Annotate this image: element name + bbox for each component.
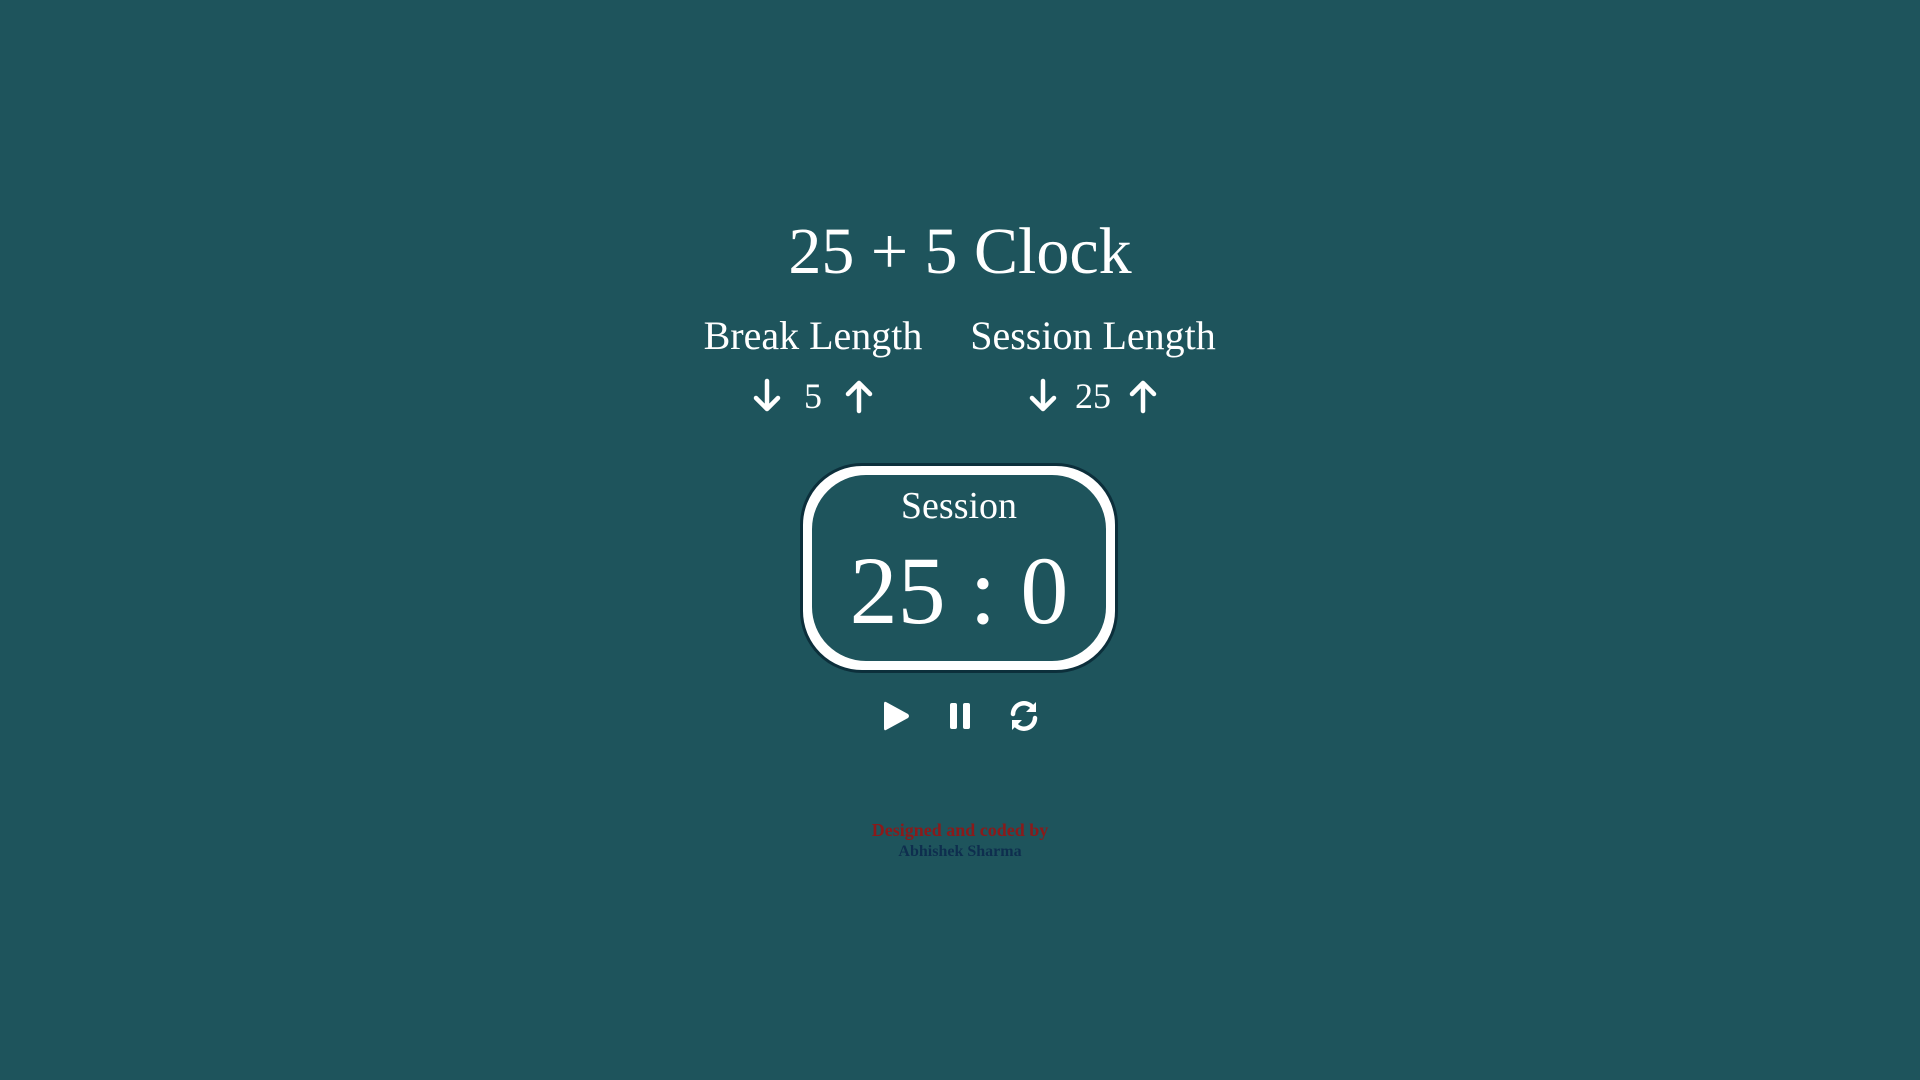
session-increment-button[interactable]	[1121, 374, 1165, 418]
credit-line-1: Designed and coded by	[871, 820, 1049, 840]
refresh-icon	[1010, 701, 1038, 731]
timer-label: Session	[900, 485, 1018, 527]
credit-footer: Designed and coded by Abhishek Sharma	[0, 820, 1920, 862]
break-length-label: Break Length	[703, 313, 923, 358]
arrow-up-icon	[845, 380, 873, 414]
break-decrement-button[interactable]	[745, 374, 789, 418]
session-length-value: 25	[1075, 376, 1111, 416]
arrow-up-icon	[1129, 380, 1157, 414]
pause-icon	[950, 703, 970, 729]
session-decrement-button[interactable]	[1021, 374, 1065, 418]
break-length-controls: 5	[703, 371, 923, 421]
page-title: 25 + 5 Clock	[788, 215, 1132, 288]
break-length-panel: Break Length 5	[703, 311, 923, 421]
timer-display: Session 25 : 0	[800, 463, 1118, 673]
time-left: 25 : 0	[849, 537, 1069, 644]
play-icon	[884, 701, 909, 731]
arrow-down-icon	[1029, 378, 1057, 412]
arrow-down-icon	[753, 378, 781, 412]
session-length-panel: Session Length 25	[968, 311, 1218, 421]
pause-button[interactable]	[938, 694, 982, 738]
pomodoro-app: 25 + 5 Clock Break Length 5 Session Leng…	[0, 0, 1920, 1080]
session-length-controls: 25	[968, 371, 1218, 421]
playback-controls	[0, 694, 1920, 738]
timer-inner: Session 25 : 0	[812, 475, 1106, 661]
session-length-label: Session Length	[970, 313, 1216, 358]
break-increment-button[interactable]	[837, 374, 881, 418]
break-length-value: 5	[804, 376, 822, 416]
credit-author: Abhishek Sharma	[898, 843, 1022, 860]
play-button[interactable]	[874, 694, 918, 738]
reset-button[interactable]	[1002, 694, 1046, 738]
